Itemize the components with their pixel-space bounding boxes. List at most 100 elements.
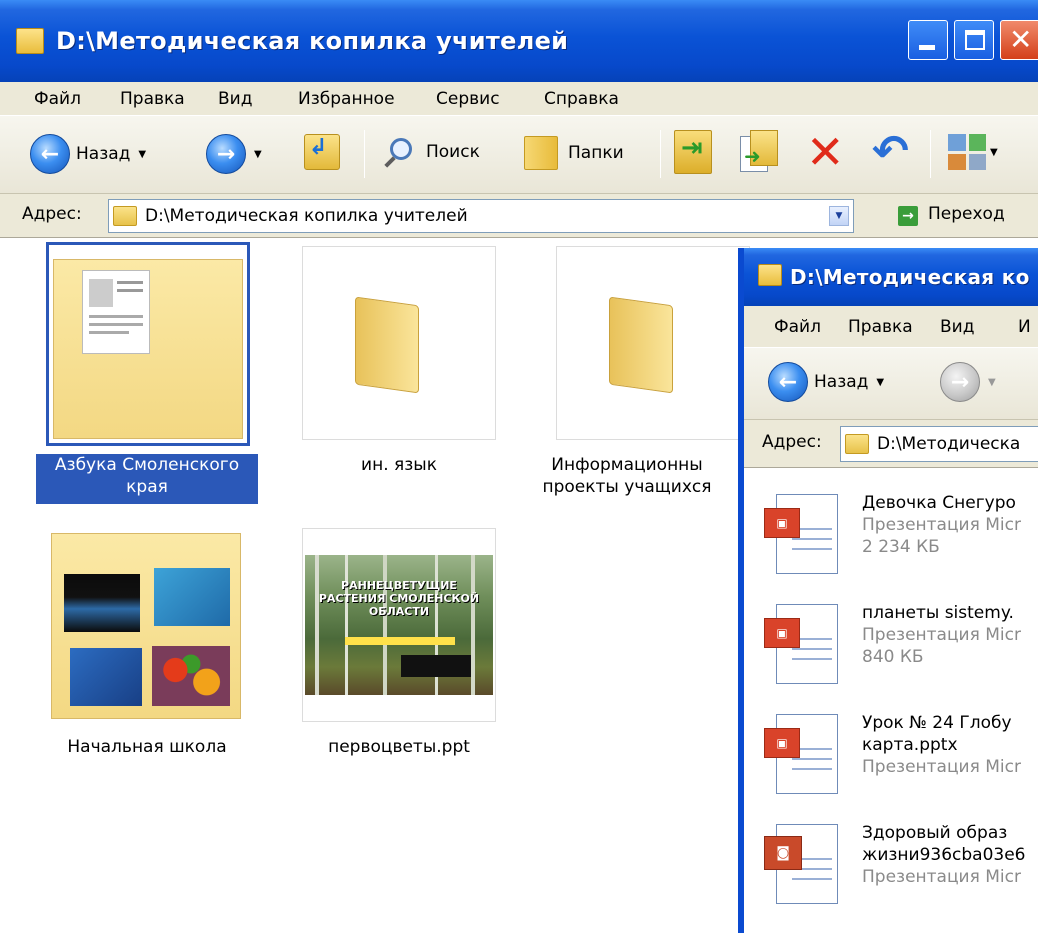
views-button[interactable]: ▼ xyxy=(948,134,998,170)
second-explorer-window: D:\Методическая ко Файл Правка Вид И ← Н… xyxy=(738,248,1038,933)
folder-icon xyxy=(609,296,673,394)
undo-button[interactable]: ↶ xyxy=(872,128,909,176)
main-menu-bar: Файл Правка Вид Избранное Сервис Справка xyxy=(0,82,1038,116)
address-value: D:\Методическа xyxy=(877,434,1021,454)
back-button[interactable]: ← Назад ▼ xyxy=(30,134,146,174)
powerpoint-file-icon: ▣ xyxy=(762,714,846,798)
menu-file[interactable]: Файл xyxy=(34,89,81,109)
menu-view[interactable]: Вид xyxy=(218,89,252,109)
back-dropdown-icon[interactable]: ▼ xyxy=(876,377,884,388)
file-row[interactable]: ◙ Здоровый образ жизни936cba03e6 Презент… xyxy=(744,818,1038,918)
views-dropdown-icon[interactable]: ▼ xyxy=(990,147,998,158)
forward-button[interactable]: → ▼ xyxy=(940,362,996,402)
menu-file[interactable]: Файл xyxy=(774,317,821,337)
slide-preview xyxy=(154,568,230,626)
main-address-bar: Адрес: D:\Методическая копилка учителей … xyxy=(0,194,1038,238)
menu-favorites[interactable]: Избранное xyxy=(298,89,395,109)
file-size: 840 КБ xyxy=(862,647,924,667)
ppt-thumbnail-pervotsvety[interactable]: РАННЕЦВЕТУЩИЕ РАСТЕНИЯ СМОЛЕНСКОЙ ОБЛАСТ… xyxy=(302,528,496,722)
folder-thumbnail-inform-proekty[interactable] xyxy=(556,246,750,440)
second-menu-bar: Файл Правка Вид И xyxy=(744,306,1038,348)
go-arrow-icon[interactable]: → xyxy=(898,206,918,226)
folders-label: Папки xyxy=(568,143,624,163)
powerpoint-show-file-icon: ◙ xyxy=(762,824,846,908)
file-name-line2: жизни936cba03e6 xyxy=(862,845,1026,865)
toolbar-separator xyxy=(660,130,661,178)
address-label: Адрес: xyxy=(22,204,82,224)
item-label-pervotsvety[interactable]: первоцветы.ppt xyxy=(302,736,496,758)
item-label-nachalnaya-shkola[interactable]: Начальная школа xyxy=(36,736,258,758)
file-type: Презентация Micr xyxy=(862,625,1021,645)
forward-dropdown-icon[interactable]: ▼ xyxy=(254,149,262,160)
file-size: 2 234 КБ xyxy=(862,537,940,557)
toolbar-separator xyxy=(930,130,931,178)
search-icon xyxy=(384,136,416,168)
folder-thumbnail-azbuka[interactable] xyxy=(46,242,250,446)
folder-icon xyxy=(51,533,241,719)
file-name: Девочка Снегуро xyxy=(862,493,1016,513)
file-row[interactable]: ▣ планеты sistemy. Презентация Micr 840 … xyxy=(744,598,1038,698)
menu-help[interactable]: Справка xyxy=(544,89,619,109)
menu-favorites[interactable]: И xyxy=(1018,317,1031,337)
main-title-bar[interactable]: D:\Методическая копилка учителей ✕ xyxy=(0,0,1038,82)
menu-edit[interactable]: Правка xyxy=(120,89,185,109)
move-to-button[interactable]: ⇥ xyxy=(674,130,712,174)
back-button[interactable]: ← Назад ▼ xyxy=(768,362,884,402)
file-type: Презентация Micr xyxy=(862,515,1021,535)
forward-button[interactable]: → ▼ xyxy=(206,134,262,174)
main-window-title: D:\Методическая копилка учителей xyxy=(56,27,569,55)
file-type: Презентация Micr xyxy=(862,867,1021,887)
delete-button[interactable]: ✕ xyxy=(806,128,845,176)
item-label-azbuka[interactable]: Азбука Смоленского края xyxy=(36,454,258,504)
back-arrow-icon: ← xyxy=(30,134,70,174)
toolbar-separator xyxy=(364,130,365,178)
file-row[interactable]: ▣ Урок № 24 Глобу карта.pptx Презентация… xyxy=(744,708,1038,808)
close-icon: ✕ xyxy=(1009,23,1033,56)
menu-tools[interactable]: Сервис xyxy=(436,89,500,109)
slide-preview xyxy=(70,648,142,706)
address-folder-icon xyxy=(845,434,869,454)
file-name-line2: карта.pptx xyxy=(862,735,958,755)
file-name: Урок № 24 Глобу xyxy=(862,713,1012,733)
main-toolbar: ← Назад ▼ → ▼ ↲ Поиск Папки ⇥ ➜ ✕ ↶ ▼ xyxy=(0,116,1038,194)
minimize-icon xyxy=(919,45,935,50)
copy-to-icon: ➜ xyxy=(740,130,780,174)
copy-to-button[interactable]: ➜ xyxy=(740,130,780,174)
go-button[interactable]: Переход xyxy=(928,204,1005,224)
address-field[interactable]: D:\Методическа xyxy=(840,426,1038,462)
second-toolbar: ← Назад ▼ → ▼ xyxy=(744,348,1038,420)
item-label-line2: края xyxy=(126,477,168,497)
file-type: Презентация Micr xyxy=(862,757,1021,777)
maximize-button[interactable] xyxy=(954,20,994,60)
forward-dropdown-icon[interactable]: ▼ xyxy=(988,377,996,388)
back-dropdown-icon[interactable]: ▼ xyxy=(138,149,146,160)
move-to-icon: ⇥ xyxy=(674,130,712,174)
address-label: Адрес: xyxy=(762,432,822,452)
folder-thumbnail-in-yazyk[interactable] xyxy=(302,246,496,440)
item-label-line1: Информационны xyxy=(551,455,703,475)
back-label: Назад xyxy=(814,372,869,392)
address-dropdown-icon[interactable]: ▼ xyxy=(829,206,849,226)
folder-thumbnail-nachalnaya-shkola[interactable] xyxy=(46,528,250,722)
minimize-button[interactable] xyxy=(908,20,948,60)
folder-title-icon xyxy=(758,264,782,286)
powerpoint-file-icon: ▣ xyxy=(762,604,846,688)
document-preview xyxy=(82,270,150,354)
menu-view[interactable]: Вид xyxy=(940,317,974,337)
address-field[interactable]: D:\Методическая копилка учителей ▼ xyxy=(108,199,854,233)
item-label-inform-proekty[interactable]: Информационны проекты учащихся xyxy=(520,454,734,498)
second-address-bar: Адрес: D:\Методическа xyxy=(744,420,1038,468)
close-button[interactable]: ✕ xyxy=(1000,20,1038,60)
back-arrow-icon: ← xyxy=(768,362,808,402)
up-folder-button[interactable]: ↲ xyxy=(304,134,340,170)
forward-arrow-icon: → xyxy=(940,362,980,402)
menu-edit[interactable]: Правка xyxy=(848,317,913,337)
up-folder-icon: ↲ xyxy=(304,134,340,170)
file-row[interactable]: ▣ Девочка Снегуро Презентация Micr 2 234… xyxy=(744,488,1038,588)
item-label-in-yazyk[interactable]: ин. язык xyxy=(302,454,496,476)
address-folder-icon xyxy=(113,206,137,226)
folders-button[interactable]: Папки xyxy=(524,136,624,170)
search-button[interactable]: Поиск xyxy=(384,136,480,168)
forward-arrow-icon: → xyxy=(206,134,246,174)
second-title-bar[interactable]: D:\Методическая ко xyxy=(744,248,1038,306)
